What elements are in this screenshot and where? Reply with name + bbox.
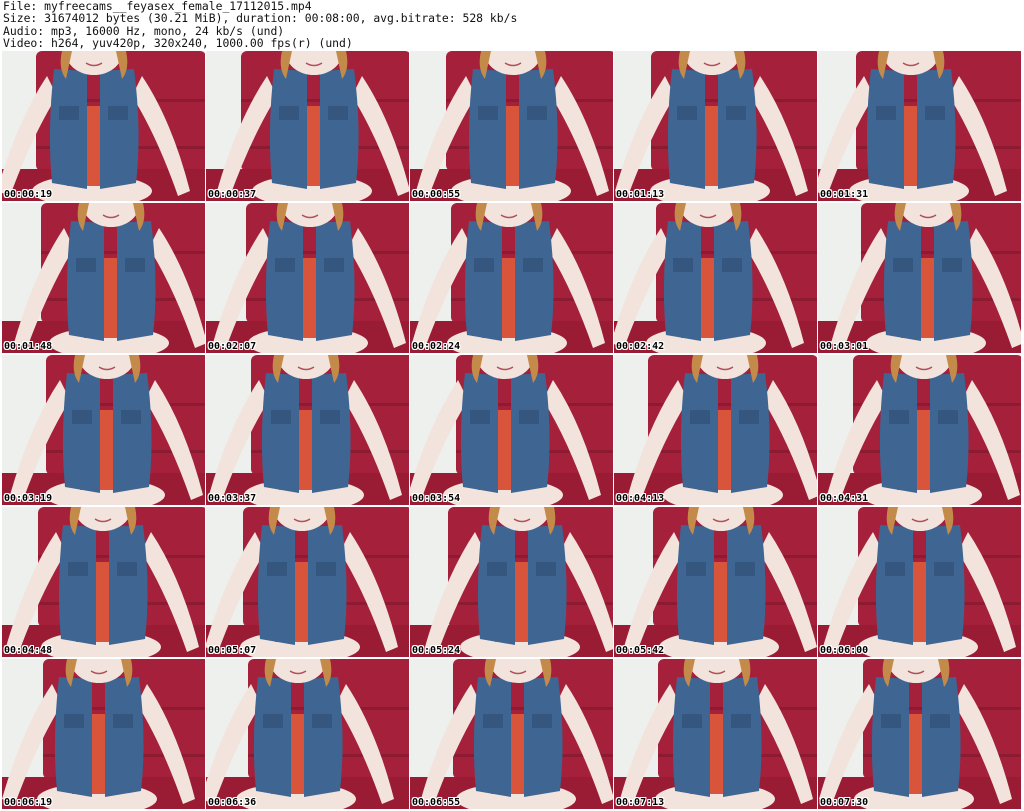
- video-thumbnail[interactable]: 00:01:48: [2, 203, 205, 353]
- thumbnail-timestamp: 00:03:19: [4, 493, 53, 504]
- video-thumbnail[interactable]: 00:01:31: [818, 51, 1021, 201]
- thumbnail-timestamp: 00:00:19: [4, 189, 53, 200]
- frame-image: [614, 203, 817, 353]
- frame-image: [818, 507, 1021, 657]
- frame-image: [2, 355, 205, 505]
- thumbnail-timestamp: 00:03:01: [820, 341, 869, 352]
- frame-image: [206, 203, 409, 353]
- thumbnail-grid: 00:00:19 00:00:37 00:00:55 00:01:13 00:01:31…: [2, 51, 1022, 809]
- thumbnail-timestamp: 00:06:36: [208, 797, 257, 808]
- frame-image: [206, 659, 409, 809]
- thumbnail-timestamp: 00:01:13: [616, 189, 665, 200]
- thumbnail-timestamp: 00:05:42: [616, 645, 665, 656]
- thumbnail-timestamp: 00:04:31: [820, 493, 869, 504]
- file-info-header: File: myfreecams__feyasex_female_1711201…: [3, 0, 1019, 49]
- frame-image: [2, 51, 205, 201]
- frame-image: [410, 355, 613, 505]
- thumbnail-timestamp: 00:04:13: [616, 493, 665, 504]
- video-thumbnail[interactable]: 00:02:24: [410, 203, 613, 353]
- video-thumbnail[interactable]: 00:07:13: [614, 659, 817, 809]
- thumbnail-timestamp: 00:01:48: [4, 341, 53, 352]
- thumbnail-timestamp: 00:06:00: [820, 645, 869, 656]
- frame-image: [206, 51, 409, 201]
- frame-image: [818, 355, 1021, 505]
- frame-image: [410, 507, 613, 657]
- thumbnail-timestamp: 00:07:30: [820, 797, 869, 808]
- video-thumbnail[interactable]: 00:06:00: [818, 507, 1021, 657]
- video-thumbnail[interactable]: 00:03:37: [206, 355, 409, 505]
- thumbnail-timestamp: 00:03:37: [208, 493, 257, 504]
- frame-image: [410, 659, 613, 809]
- thumbnail-timestamp: 00:00:37: [208, 189, 257, 200]
- video-thumbnail[interactable]: 00:03:54: [410, 355, 613, 505]
- video-thumbnail[interactable]: 00:00:55: [410, 51, 613, 201]
- video-thumbnail[interactable]: 00:04:31: [818, 355, 1021, 505]
- thumbnail-timestamp: 00:00:55: [412, 189, 461, 200]
- frame-image: [818, 203, 1021, 353]
- frame-image: [614, 659, 817, 809]
- thumbnail-timestamp: 00:03:54: [412, 493, 461, 504]
- thumbnail-timestamp: 00:05:24: [412, 645, 461, 656]
- frame-image: [410, 203, 613, 353]
- frame-image: [2, 203, 205, 353]
- video-thumbnail[interactable]: 00:03:19: [2, 355, 205, 505]
- video-info-line: Video: h264, yuv420p, 320x240, 1000.00 f…: [3, 35, 353, 50]
- thumbnail-timestamp: 00:05:07: [208, 645, 257, 656]
- thumbnail-timestamp: 00:04:48: [4, 645, 53, 656]
- video-thumbnail[interactable]: 00:07:30: [818, 659, 1021, 809]
- thumbnail-timestamp: 00:02:07: [208, 341, 257, 352]
- frame-image: [2, 507, 205, 657]
- video-thumbnail[interactable]: 00:05:07: [206, 507, 409, 657]
- file-size-line: Size: 31674012 bytes (30.21 MiB), durati…: [3, 11, 518, 26]
- thumbnail-timestamp: 00:02:24: [412, 341, 461, 352]
- frame-image: [410, 51, 613, 201]
- frame-image: [614, 507, 817, 657]
- video-thumbnail[interactable]: 00:04:48: [2, 507, 205, 657]
- frame-image: [206, 507, 409, 657]
- video-thumbnail[interactable]: 00:06:55: [410, 659, 613, 809]
- thumbnail-timestamp: 00:06:19: [4, 797, 53, 808]
- frame-image: [614, 51, 817, 201]
- video-thumbnail[interactable]: 00:05:24: [410, 507, 613, 657]
- video-thumbnail[interactable]: 00:02:42: [614, 203, 817, 353]
- video-thumbnail[interactable]: 00:06:36: [206, 659, 409, 809]
- video-thumbnail[interactable]: 00:03:01: [818, 203, 1021, 353]
- video-thumbnail[interactable]: 00:04:13: [614, 355, 817, 505]
- thumbnail-timestamp: 00:02:42: [616, 341, 665, 352]
- video-thumbnail[interactable]: 00:01:13: [614, 51, 817, 201]
- thumbnail-timestamp: 00:01:31: [820, 189, 869, 200]
- frame-image: [614, 355, 817, 505]
- thumbnail-timestamp: 00:07:13: [616, 797, 665, 808]
- video-thumbnail[interactable]: 00:05:42: [614, 507, 817, 657]
- video-thumbnail[interactable]: 00:06:19: [2, 659, 205, 809]
- video-thumbnail[interactable]: 00:02:07: [206, 203, 409, 353]
- frame-image: [818, 659, 1021, 809]
- frame-image: [818, 51, 1021, 201]
- video-thumbnail[interactable]: 00:00:37: [206, 51, 409, 201]
- frame-image: [206, 355, 409, 505]
- frame-image: [2, 659, 205, 809]
- video-thumbnail[interactable]: 00:00:19: [2, 51, 205, 201]
- thumbnail-timestamp: 00:06:55: [412, 797, 461, 808]
